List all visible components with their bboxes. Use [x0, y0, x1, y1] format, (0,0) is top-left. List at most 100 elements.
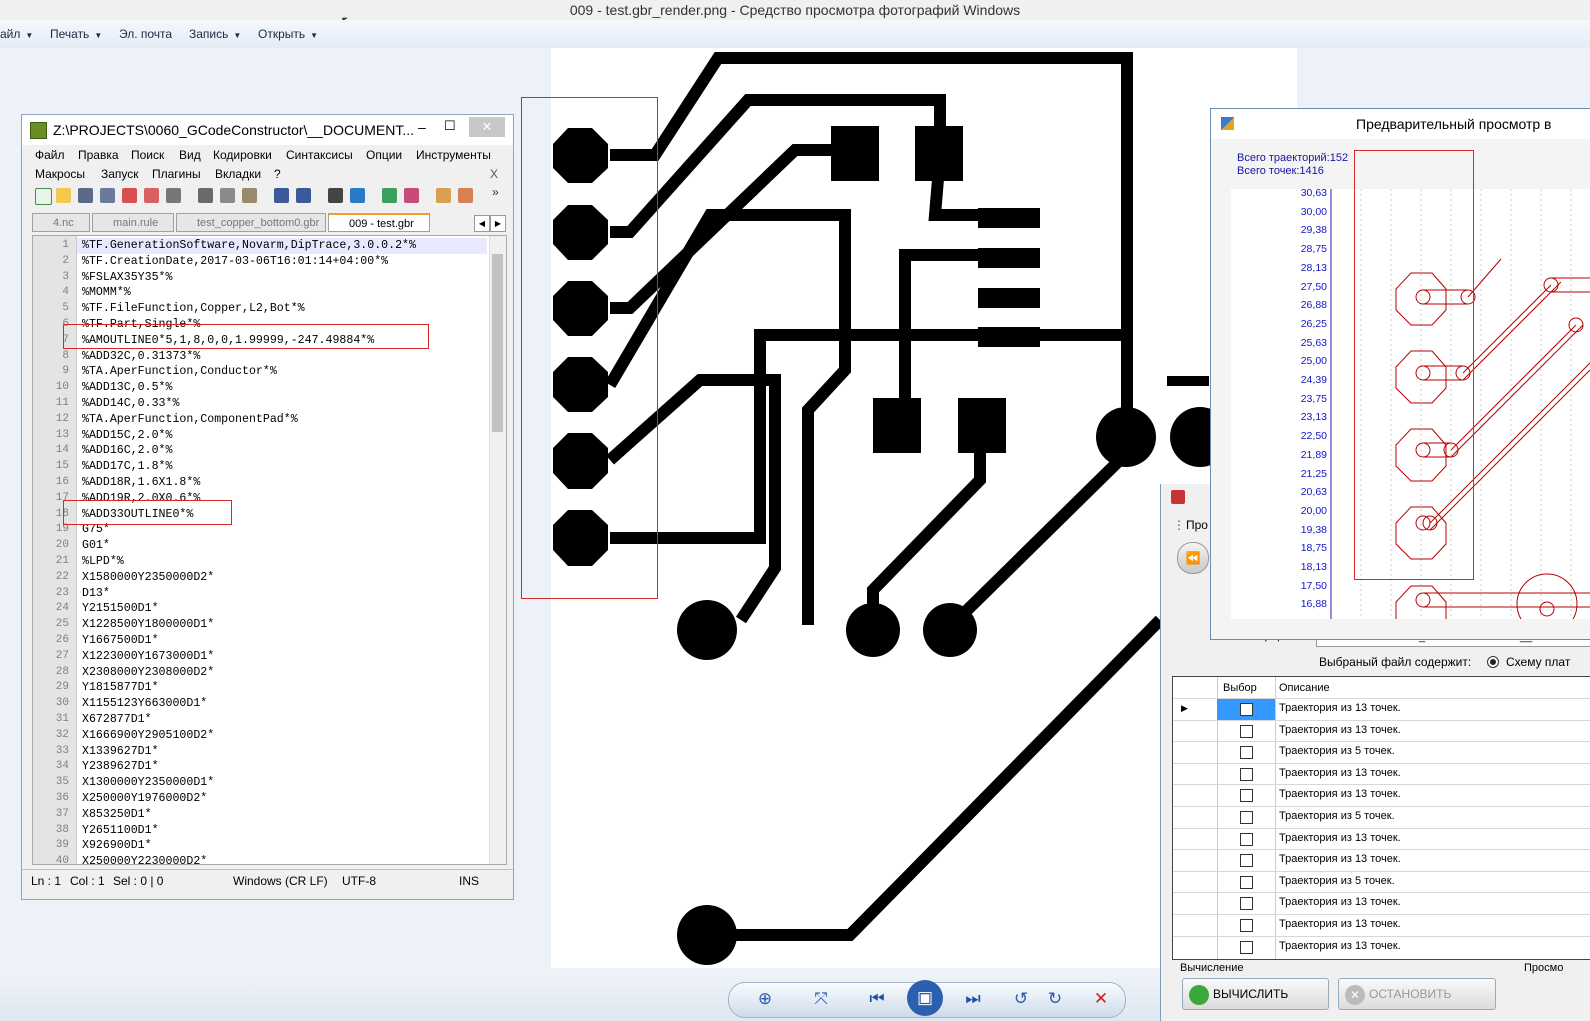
code-line[interactable]: %ADD13C,0.5*% — [82, 380, 172, 396]
paste-icon[interactable] — [242, 188, 257, 203]
code-line[interactable]: X1223000Y1673000D1* — [82, 649, 214, 665]
npp-menu-options[interactable]: Опции — [366, 148, 402, 162]
rotate-right-icon[interactable]: ↻ — [1041, 988, 1069, 1010]
code-line[interactable]: X250000Y2230000D2* — [82, 854, 207, 864]
table-row[interactable]: Траектория из 5 точек. — [1173, 741, 1590, 764]
calculate-button[interactable]: ВЫЧИСЛИТЬ — [1182, 978, 1329, 1010]
code-line[interactable]: Y2151500D1* — [82, 601, 159, 617]
row-checkbox[interactable] — [1240, 875, 1253, 889]
npp-menu-edit[interactable]: Правка — [78, 148, 119, 162]
code-line[interactable]: %MOMM*% — [82, 285, 131, 301]
row-checkbox[interactable] — [1240, 746, 1253, 760]
tab-scroll-right-icon[interactable]: ▶ — [490, 215, 506, 232]
npp-menu-help[interactable]: ? — [274, 167, 281, 181]
code-line[interactable]: %TA.AperFunction,ComponentPad*% — [82, 412, 298, 428]
tab-009-test[interactable]: 009 - test.gbr — [328, 213, 430, 232]
menu-print[interactable]: Печать ▼ — [50, 27, 102, 41]
rotate-left-icon[interactable]: ↺ — [1007, 988, 1035, 1010]
npp-menu-file[interactable]: Файл — [35, 148, 65, 162]
row-checkbox[interactable] — [1240, 897, 1253, 911]
code-line[interactable]: %ADD16C,2.0*% — [82, 443, 172, 459]
tab-scroll-left-icon[interactable]: ◀ — [474, 215, 490, 232]
code-line[interactable]: %TF.FileFunction,Copper,L2,Bot*% — [82, 301, 305, 317]
table-row[interactable]: Траектория из 13 точек. — [1173, 914, 1590, 937]
code-line[interactable]: X853250D1* — [82, 807, 152, 823]
delete-icon[interactable]: ✕ — [1087, 988, 1115, 1010]
row-checkbox[interactable] — [1240, 854, 1253, 868]
radio-board[interactable] — [1487, 656, 1499, 668]
previous-icon[interactable]: ⏮ — [863, 988, 891, 1010]
code-line[interactable]: %FSLAX35Y35*% — [82, 270, 172, 286]
code-line[interactable]: X1666900Y2905100D2* — [82, 728, 214, 744]
tab-main-rule[interactable]: main.rule — [92, 213, 174, 232]
code-line[interactable]: X1155123Y663000D1* — [82, 696, 207, 712]
sync-scroll-icon[interactable] — [436, 188, 451, 203]
zoom-out-icon[interactable] — [404, 188, 419, 203]
menu-email[interactable]: Эл. почта — [119, 27, 172, 41]
row-checkbox[interactable] — [1240, 940, 1253, 954]
code-line[interactable]: %ADD17C,1.8*% — [82, 459, 172, 475]
code-line[interactable]: X672877D1* — [82, 712, 152, 728]
npp-menu-syntax[interactable]: Синтаксисы — [286, 148, 353, 162]
code-line[interactable]: X1228500Y1800000D1* — [82, 617, 214, 633]
table-row[interactable]: Траектория из 13 точек. — [1173, 849, 1590, 872]
code-line[interactable]: %ADD14C,0.33*% — [82, 396, 179, 412]
rewind-icon[interactable]: ⏪ — [1177, 542, 1209, 574]
table-row[interactable]: Траектория из 5 точек. — [1173, 806, 1590, 829]
redo-icon[interactable] — [296, 188, 311, 203]
menu-burn[interactable]: Запись ▼ — [189, 27, 241, 41]
table-row[interactable]: Траектория из 13 точек. — [1173, 762, 1590, 786]
save-all-icon[interactable] — [100, 188, 115, 203]
table-row[interactable]: Траектория из 5 точек. — [1173, 870, 1590, 894]
close-file-icon[interactable] — [122, 188, 137, 203]
npp-menu-tabs[interactable]: Вкладки — [215, 167, 261, 181]
cut-icon[interactable] — [198, 188, 213, 203]
row-checkbox[interactable] — [1240, 724, 1253, 738]
npp-menu-plugins[interactable]: Плагины — [152, 167, 201, 181]
zoom-in-icon[interactable] — [382, 188, 397, 203]
code-line[interactable]: %TA.AperFunction,Conductor*% — [82, 364, 277, 380]
replace-icon[interactable] — [350, 188, 365, 203]
npp-menu-tools[interactable]: Инструменты — [416, 148, 491, 162]
tab-4-nc[interactable]: 4.nc — [32, 213, 90, 232]
code-line[interactable]: %ADD32C,0.31373*% — [82, 349, 200, 365]
table-row[interactable]: Траектория из 13 точек. — [1173, 892, 1590, 915]
code-line[interactable]: D13* — [82, 586, 110, 602]
menu-file[interactable]: айл ▼ — [0, 27, 33, 41]
copy-icon[interactable] — [220, 188, 235, 203]
table-row[interactable]: Траектория из 13 точек. — [1173, 784, 1590, 807]
npp-menu-view[interactable]: Вид — [179, 148, 201, 162]
minimize-icon[interactable]: – — [418, 119, 426, 135]
code-line[interactable]: X1580000Y2350000D2* — [82, 570, 214, 586]
save-icon[interactable] — [78, 188, 93, 203]
table-row[interactable]: ▶ Траектория из 13 точек. — [1173, 698, 1590, 721]
open-file-icon[interactable] — [56, 188, 71, 203]
code-line[interactable]: X1339627D1* — [82, 744, 159, 760]
close-icon[interactable]: ✕ — [469, 117, 505, 137]
table-row[interactable]: Траектория из 13 точек. — [1173, 827, 1590, 851]
next-icon[interactable]: ⏭ — [959, 988, 987, 1010]
npp-menu-macros[interactable]: Макросы — [35, 167, 85, 181]
code-line[interactable]: Y2651100D1* — [82, 823, 159, 839]
menu-open[interactable]: Открыть ▼ — [258, 27, 318, 41]
code-line[interactable]: G01* — [82, 538, 110, 554]
code-line[interactable]: X2308000Y2308000D2* — [82, 665, 214, 681]
maximize-icon[interactable]: ☐ — [444, 118, 456, 134]
code-line[interactable]: X926900D1* — [82, 838, 152, 854]
stop-button[interactable]: ✕ ОСТАНОВИТЬ — [1338, 978, 1496, 1010]
code-line[interactable]: %ADD15C,2.0*% — [82, 428, 172, 444]
npp-menu-encoding[interactable]: Кодировки — [213, 148, 272, 162]
row-checkbox[interactable] — [1240, 811, 1253, 824]
npp-menu-close[interactable]: X — [490, 167, 498, 181]
code-line[interactable]: %LPD*% — [82, 554, 124, 570]
word-wrap-icon[interactable] — [458, 188, 473, 203]
slideshow-icon[interactable]: ▣ — [907, 980, 943, 1016]
editor-scrollbar[interactable] — [489, 236, 506, 864]
row-checkbox[interactable] — [1240, 919, 1253, 932]
table-row[interactable]: Траектория из 13 точек. — [1173, 719, 1590, 743]
undo-icon[interactable] — [274, 188, 289, 203]
close-all-icon[interactable] — [144, 188, 159, 203]
row-checkbox[interactable] — [1240, 789, 1253, 803]
code-line[interactable]: Y1667500D1* — [82, 633, 159, 649]
npp-menu-run[interactable]: Запуск — [101, 167, 139, 181]
